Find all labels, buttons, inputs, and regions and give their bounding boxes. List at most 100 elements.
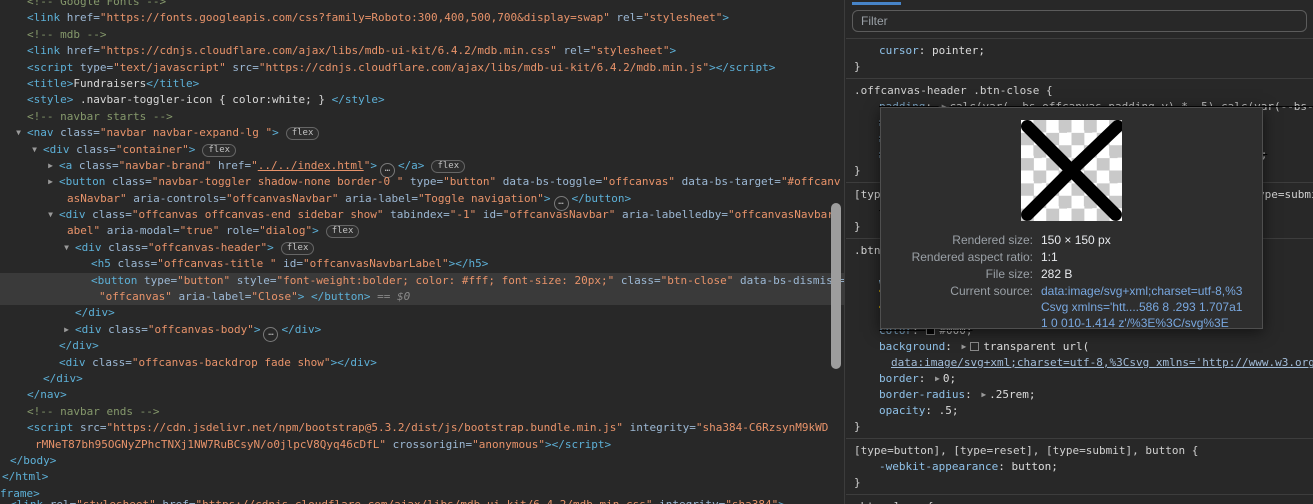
code-token: <button [91, 273, 144, 287]
code-token: > [253, 322, 261, 336]
flex-badge[interactable]: flex [202, 143, 237, 157]
code-token: tabindex= [383, 208, 450, 222]
code-token: ></h5> [448, 257, 489, 271]
code-token: "stylesheet" [589, 44, 670, 58]
code-token: aria-controls= [126, 191, 226, 205]
code-token: : [925, 404, 939, 417]
expand-arrow-icon[interactable]: ▼ [44, 207, 57, 223]
dom-tree-node[interactable]: "offcanvas" aria-label="Close"> </button… [0, 289, 844, 306]
code-token: class= [111, 175, 152, 189]
code-token: asNavbar" [67, 191, 127, 205]
expand-arrow-icon[interactable]: ▼ [12, 125, 25, 141]
css-property-line[interactable]: -webkit-appearance: button; [846, 459, 1313, 475]
css-property-line[interactable]: opacity: .5; [846, 403, 1313, 419]
code-token: > [669, 44, 677, 58]
css-url-link[interactable]: data:image/svg+xml;charset=utf-8,%3Csvg … [891, 356, 1313, 369]
code-token: abel" [67, 224, 101, 238]
dom-tree-node[interactable]: <script src="https://cdn.jsdelivr.net/np… [0, 420, 844, 436]
css-selector-line[interactable]: .btn-close { [846, 499, 1313, 504]
expand-arrow-icon[interactable]: ▼ [28, 142, 41, 158]
css-property-line[interactable]: border: ▶ 0; [846, 371, 1313, 387]
disclosure-triangle-icon[interactable]: ▶ [935, 374, 940, 383]
dom-tree-node[interactable]: ▶ <a class="navbar-brand" href="../../ind… [0, 158, 844, 178]
flex-badge[interactable]: flex [431, 159, 466, 173]
dom-tree-node[interactable]: <!-- Google Fonts --> [0, 0, 844, 10]
flex-badge[interactable]: flex [325, 225, 360, 239]
css-property-line[interactable]: border-radius: ▶ .25rem; [846, 387, 1313, 403]
code-token: "offcanvas offcanvas-end sidebar show" [131, 208, 384, 222]
dom-tree-node[interactable]: </html> [0, 469, 844, 485]
code-token: <title> [27, 76, 74, 90]
code-token: "-1" [449, 208, 477, 222]
code-token: > [272, 126, 279, 140]
dom-tree-node[interactable]: <!-- navbar starts --> [0, 109, 844, 125]
dom-tree-node[interactable]: </div> [0, 371, 844, 387]
expand-arrow-icon[interactable]: ▼ [60, 240, 73, 256]
code-token: " [251, 158, 258, 172]
dom-tree-node[interactable]: <style> .navbar-toggler-icon { color:whi… [0, 92, 844, 108]
expand-arrow-icon[interactable]: ▶ [60, 322, 73, 338]
css-selector-line[interactable]: [type=button], [type=reset], [type=submi… [846, 443, 1313, 459]
disclosure-triangle-icon[interactable]: ▶ [961, 342, 966, 351]
code-token: background [879, 340, 946, 353]
code-token: "sha384" [725, 498, 778, 504]
flex-badge[interactable]: flex [280, 241, 315, 255]
css-selector-line[interactable]: .offcanvas-header .btn-close { [846, 83, 1313, 99]
scrollbar-thumb[interactable] [831, 203, 841, 369]
dom-tree-node[interactable]: <link rel="stylesheet" href="https://cdn… [0, 497, 844, 504]
css-property-line[interactable]: background: ▶ transparent url( [846, 339, 1313, 355]
code-token: </a> [397, 158, 425, 172]
dom-tree-node[interactable]: <!-- navbar ends --> [0, 404, 844, 420]
dom-tree-node[interactable]: abel" aria-modal="true" role="dialog"> fl… [0, 223, 844, 239]
css-selector-line[interactable]: } [846, 419, 1313, 435]
dom-tree-node[interactable]: </body> [0, 453, 844, 469]
dom-tree-node[interactable]: </div> [0, 305, 844, 321]
dom-tree-node[interactable]: <button type="button" style="font-weight… [0, 272, 844, 290]
dom-tree-node[interactable]: <h5 class="offcanvas-title " id="offcanv… [0, 256, 844, 272]
expand-arrow-icon[interactable]: ▶ [44, 174, 57, 190]
disclosure-triangle-icon[interactable]: ▶ [981, 390, 986, 399]
dom-tree-node[interactable]: <script type="text/javascript" src="http… [0, 60, 844, 76]
code-token: "stylesheet" [76, 498, 155, 504]
code-token: .5; [938, 404, 959, 417]
dom-tree-node[interactable]: rMNeT87bh95OGNyZPhcTNXj1NW7RuBCsyN/o0jlp… [0, 437, 844, 453]
code-token: Fundraisers [73, 76, 147, 90]
code-token: "#offcanv [780, 175, 841, 189]
code-token: } [854, 420, 861, 433]
styles-filter-input[interactable] [852, 10, 1307, 32]
info-value: 1:1 [1041, 250, 1058, 264]
dom-tree-node[interactable]: <link href="https://fonts.googleapis.com… [0, 10, 844, 26]
href-link[interactable]: ../../index.html [258, 159, 364, 172]
dom-tree-node[interactable]: ▼ <div class="container"> flex [0, 142, 844, 158]
code-token: <div [43, 142, 77, 156]
code-token: "https://fonts.googleapis.com/css?family… [99, 11, 610, 25]
vertical-scrollbar[interactable] [831, 203, 841, 369]
code-token: "offcanvasNavbar" [225, 191, 339, 205]
css-selector-line[interactable]: } [846, 59, 1313, 75]
dom-tree-node[interactable]: asNavbar" aria-controls="offcanvasNavbar… [0, 191, 844, 211]
css-property-line[interactable]: data:image/svg+xml;charset=utf-8,%3Csvg … [846, 355, 1313, 371]
css-property-line[interactable]: cursor: pointer; [846, 43, 1313, 59]
dom-tree-node[interactable]: <!-- mdb --> [0, 27, 844, 43]
dom-tree-node[interactable]: ▶ <div class="offcanvas-body">… </div> [0, 322, 844, 342]
code-token: <div [75, 322, 109, 336]
dom-tree-node[interactable]: ▶ <button class="navbar-toggler shadow-no… [0, 174, 844, 190]
flex-badge[interactable]: flex [285, 127, 320, 141]
dom-tree-node[interactable]: <title>Fundraisers</title> [0, 76, 844, 92]
dom-tree-node[interactable]: ▼ <div class="offcanvas-header"> flex [0, 240, 844, 256]
code-token: class= [614, 273, 661, 287]
dom-tree-node[interactable]: <div class="offcanvas-backdrop fade show… [0, 355, 844, 371]
dom-tree-node[interactable]: ▼ <div class="offcanvas offcanvas-end sid… [0, 207, 844, 223]
expand-arrow-icon[interactable]: ▶ [44, 158, 57, 174]
dom-tree-node[interactable]: </nav> [0, 387, 844, 403]
code-token: </body> [10, 453, 57, 467]
code-token: } [854, 220, 861, 233]
css-selector-line[interactable]: } [846, 475, 1313, 491]
code-token: "button" [177, 273, 231, 287]
current-source-link[interactable]: data:image/svg+xml;charset=utf-8,%3Csvg … [1041, 283, 1250, 331]
code-token: </html> [2, 470, 49, 484]
dom-tree-node[interactable]: <link href="https://cdnjs.cloudflare.com… [0, 43, 844, 59]
dom-tree-node[interactable]: </div> [0, 338, 844, 354]
dom-tree-node[interactable]: ▼ <nav class="navbar navbar-expand-lg "> f… [0, 125, 844, 141]
color-swatch-icon[interactable] [970, 342, 980, 351]
